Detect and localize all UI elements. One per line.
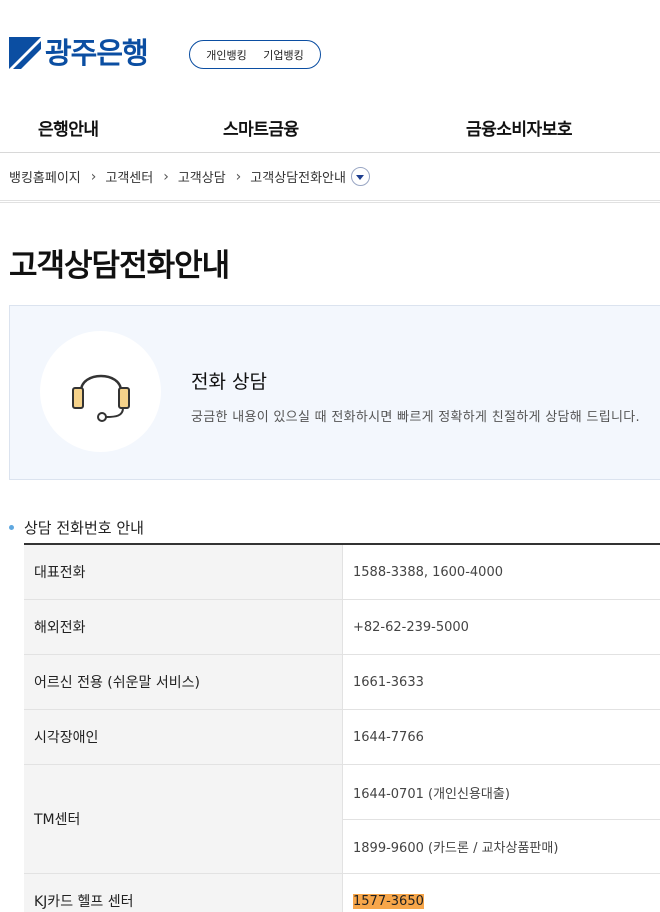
- row-label: 어르신 전용 (쉬운말 서비스): [24, 655, 343, 709]
- section-title-text: 상담 전화번호 안내: [24, 519, 144, 537]
- breadcrumb-current: 고객상담전화안내: [250, 171, 346, 186]
- table-row: 대표전화 1588-3388, 1600-4000: [24, 545, 660, 600]
- phone-number: 1644-7766: [353, 729, 424, 745]
- headset-icon-circle: [40, 331, 161, 452]
- table-row: 어르신 전용 (쉬운말 서비스) 1661-3633: [24, 655, 660, 710]
- row-label: 시각장애인: [24, 710, 343, 764]
- highlighted-number: 1577-3650: [353, 893, 424, 909]
- row-label: KJ카드 헬프 센터: [24, 874, 343, 912]
- phone-number: +82-62-239-5000: [353, 619, 469, 635]
- table-row: TM센터 1644-0701 (개인신용대출) 1899-9600 (카드론 /…: [24, 765, 660, 874]
- info-box-description: 궁금한 내용이 있으실 때 전화하시면 빠르게 정확하게 친절하게 상담해 드립…: [191, 410, 640, 425]
- breadcrumb: 뱅킹홈페이지 › 고객센터 › 고객상담 › 고객상담전화안내: [0, 153, 660, 203]
- gnb-item-bank-info[interactable]: 은행안내: [38, 115, 99, 140]
- phone-consult-box: 전화 상담 궁금한 내용이 있으실 때 전화하시면 빠르게 정확하게 친절하게 …: [9, 305, 660, 480]
- phone-number-highlighted: 1577-3650: [343, 874, 660, 912]
- breadcrumb-customer-center[interactable]: 고객센터: [105, 167, 153, 186]
- table-row: KJ카드 헬프 센터 1577-3650: [24, 874, 660, 912]
- gnb-item-consumer-protection[interactable]: 금융소비자보호: [466, 115, 572, 140]
- section-title: 상담 전화번호 안내: [9, 517, 144, 538]
- banking-switcher: 개인뱅킹 기업뱅킹: [189, 40, 321, 69]
- contact-table: 대표전화 1588-3388, 1600-4000 해외전화 +82-62-23…: [24, 543, 660, 912]
- breadcrumb-home[interactable]: 뱅킹홈페이지: [9, 167, 81, 186]
- row-label: 대표전화: [24, 545, 343, 599]
- breadcrumb-dropdown-button[interactable]: [350, 167, 370, 186]
- global-nav: 은행안내 스마트금융 금융소비자보호: [0, 100, 660, 153]
- corporate-banking-link[interactable]: 기업뱅킹: [263, 47, 303, 63]
- row-label: TM센터: [24, 765, 343, 873]
- logo-text: 광주은행: [45, 36, 149, 70]
- table-row: 해외전화 +82-62-239-5000: [24, 600, 660, 655]
- personal-banking-link[interactable]: 개인뱅킹: [206, 47, 246, 63]
- phone-number: 1644-0701 (개인신용대출): [353, 786, 510, 802]
- headset-icon: [71, 374, 130, 422]
- bullet-icon: [9, 525, 14, 530]
- table-row: 시각장애인 1644-7766: [24, 710, 660, 765]
- phone-number: 1899-9600 (카드론 / 교차상품판매): [343, 819, 660, 873]
- bank-logo[interactable]: 광주은행: [9, 36, 149, 70]
- phone-number: 1588-3388, 1600-4000: [353, 564, 503, 580]
- row-label: 해외전화: [24, 600, 343, 654]
- info-box-title: 전화 상담: [191, 371, 267, 393]
- header: 광주은행 개인뱅킹 기업뱅킹: [0, 0, 660, 100]
- chevron-right-icon: ›: [235, 168, 242, 185]
- chevron-right-icon: ›: [163, 168, 169, 185]
- gnb-item-smart-finance[interactable]: 스마트금융: [223, 115, 299, 140]
- breadcrumb-customer-consult[interactable]: 고객상담: [178, 167, 226, 186]
- page-title: 고객상담전화안내: [9, 248, 230, 284]
- phone-number: 1661-3633: [353, 674, 424, 690]
- logo-mark-icon: [9, 37, 41, 69]
- chevron-right-icon: ›: [90, 168, 97, 185]
- chevron-down-icon: [356, 175, 365, 180]
